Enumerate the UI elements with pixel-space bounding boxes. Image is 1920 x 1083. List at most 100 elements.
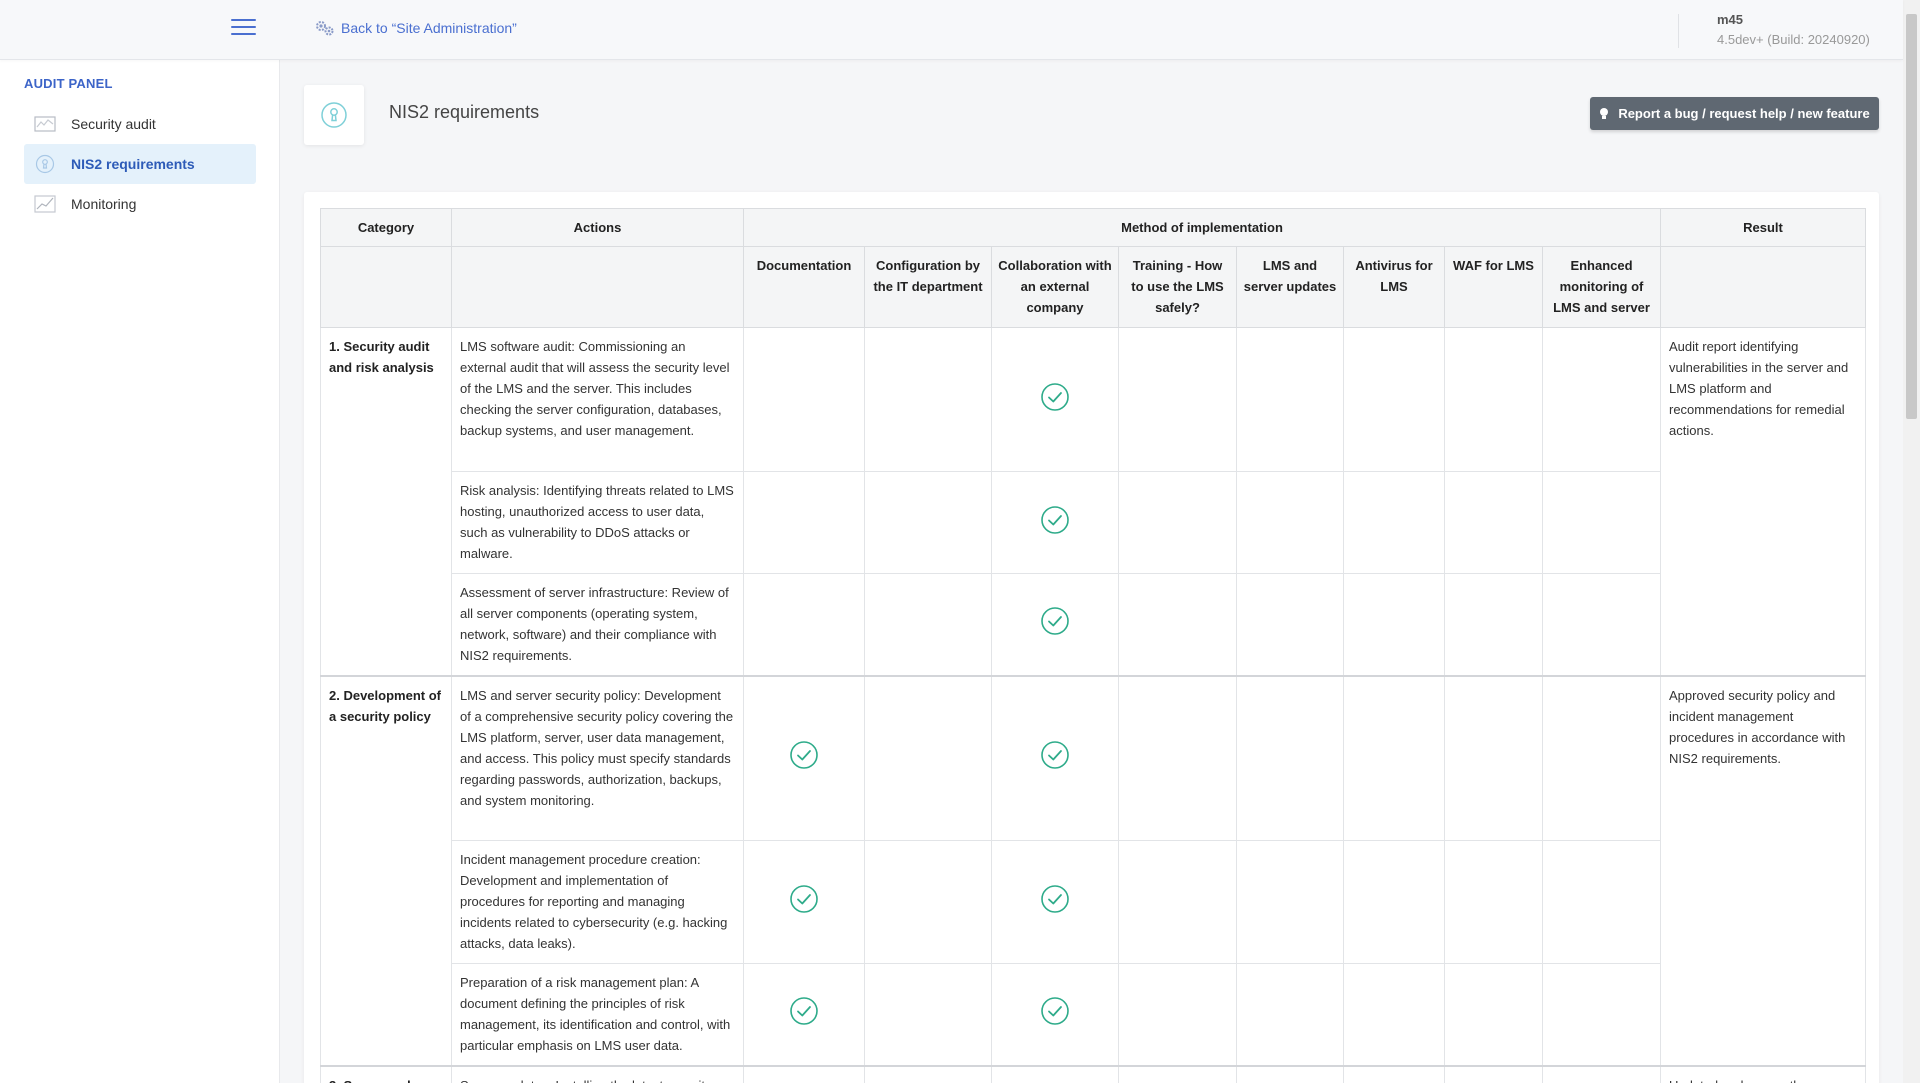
method-cell: [1542, 471, 1661, 574]
check-circle-icon: [1040, 996, 1070, 1026]
method-cell: [864, 840, 992, 964]
build-version: 4.5dev+ (Build: 20240920): [1717, 32, 1870, 47]
method-cell: [1444, 840, 1543, 964]
method-cell: [1444, 674, 1543, 841]
method-cell: [1236, 471, 1344, 574]
method-cell: [743, 674, 865, 841]
method-cell: [1444, 1064, 1543, 1083]
table-row: 1. Security audit and risk analysis LMS …: [320, 327, 1866, 676]
header-method-col: Collaboration with an external company: [991, 246, 1119, 328]
method-cell: [1444, 327, 1543, 472]
method-cell: [991, 573, 1119, 676]
header-actions: Actions: [451, 208, 744, 247]
check-circle-icon: [1040, 740, 1070, 770]
sidebar-item-label: Security audit: [71, 116, 156, 132]
action-cell: Server updates: Installing the latest se…: [451, 1064, 744, 1083]
method-cell: [1118, 573, 1237, 676]
method-cell: [1236, 840, 1344, 964]
method-cell: [1118, 327, 1237, 472]
action-cell: Risk analysis: Identifying threats relat…: [451, 471, 744, 574]
method-cell: [1444, 573, 1543, 676]
page-title: NIS2 requirements: [389, 102, 540, 122]
header-empty: [451, 246, 744, 328]
method-cell: [1118, 963, 1237, 1066]
header-method-col: Enhanced monitoring of LMS and server: [1542, 246, 1661, 328]
action-cell: LMS software audit: Commissioning an ext…: [451, 327, 744, 472]
category-cell: 2. Development of a security policy: [320, 674, 452, 1066]
user-name: m45: [1717, 12, 1744, 27]
method-cell: [1236, 1064, 1344, 1083]
method-cell: [991, 674, 1119, 841]
method-cell: [1542, 963, 1661, 1066]
method-cell: [743, 963, 865, 1066]
method-cell: [991, 1064, 1119, 1083]
method-cell: [1444, 963, 1543, 1066]
report-bug-button[interactable]: Report a bug / request help / new featur…: [1590, 97, 1879, 130]
method-cell: [991, 963, 1119, 1066]
scrollbar-thumb[interactable]: [1906, 14, 1917, 419]
method-cell: [743, 471, 865, 574]
method-cell: [1118, 1064, 1237, 1083]
check-circle-icon: [1040, 505, 1070, 535]
content-card: Category Actions Method of implementatio…: [304, 192, 1879, 1083]
check-circle-icon: [1040, 606, 1070, 636]
back-link-label: Back to “Site Administration”: [341, 20, 517, 36]
header-method-col: Configuration by the IT department: [864, 246, 992, 328]
header-method-col: LMS and server updates: [1236, 246, 1344, 328]
method-cell: [1542, 1064, 1661, 1083]
method-cell: [1444, 471, 1543, 574]
method-cell: [743, 840, 865, 964]
method-cell: [743, 1064, 865, 1083]
method-cell: [991, 471, 1119, 574]
result-cell: Updated and secure the server: [1660, 1064, 1866, 1083]
sidebar-item-security-audit[interactable]: Security audit: [24, 104, 256, 144]
back-to-site-admin-link[interactable]: Back to “Site Administration”: [315, 20, 517, 36]
method-cell: [864, 674, 992, 841]
category-cell: 1. Security audit and risk analysis: [320, 327, 452, 676]
header-method-col: Documentation: [743, 246, 865, 328]
audit-icon: [34, 115, 56, 133]
method-cell: [1343, 963, 1445, 1066]
sidebar-item-nis2-requirements[interactable]: NIS2 requirements: [24, 144, 256, 184]
method-cell: [1118, 840, 1237, 964]
table-row: 3. Server and Server updates: Installing…: [320, 1064, 1866, 1083]
method-cell: [1542, 840, 1661, 964]
page-scrollbar[interactable]: [1903, 0, 1920, 1083]
report-button-label: Report a bug / request help / new featur…: [1618, 106, 1870, 121]
header-empty: [320, 246, 452, 328]
category-cell: 3. Server and: [320, 1064, 452, 1083]
table-row: 2. Development of a security policy LMS …: [320, 674, 1866, 1066]
requirements-table: Category Actions Method of implementatio…: [320, 208, 1866, 1083]
method-cell: [1343, 471, 1445, 574]
menu-toggle-icon[interactable]: [231, 19, 256, 39]
top-bar: Back to “Site Administration” m45 4.5dev…: [0, 0, 1903, 60]
keyhole-icon: [34, 154, 56, 174]
method-cell: [864, 1064, 992, 1083]
method-cell: [1542, 573, 1661, 676]
method-cell: [1118, 674, 1237, 841]
method-cell: [864, 327, 992, 472]
header-method-col: WAF for LMS: [1444, 246, 1543, 328]
user-info[interactable]: m45 4.5dev+ (Build: 20240920): [1717, 12, 1870, 47]
gears-icon: [316, 21, 334, 36]
header-category: Category: [320, 208, 452, 247]
lightbulb-icon: [1600, 107, 1609, 119]
method-cell: [743, 573, 865, 676]
method-cell: [864, 471, 992, 574]
result-cell: Approved security policy and incident ma…: [1660, 674, 1866, 1066]
sidebar-item-monitoring[interactable]: Monitoring: [24, 184, 256, 224]
header-method-col: Antivirus for LMS: [1343, 246, 1445, 328]
action-cell: Incident management procedure creation: …: [451, 840, 744, 964]
method-cell: [864, 573, 992, 676]
method-cell: [1236, 327, 1344, 472]
method-cell: [1542, 674, 1661, 841]
method-cell: [864, 963, 992, 1066]
header-empty: [1660, 246, 1866, 328]
check-circle-icon: [789, 740, 819, 770]
method-cell: [1118, 471, 1237, 574]
method-cell: [1343, 840, 1445, 964]
header-method-col: Training - How to use the LMS safely?: [1118, 246, 1237, 328]
sidebar-item-label: Monitoring: [71, 196, 137, 212]
table-row: Incident management procedure creation: …: [321, 840, 1866, 964]
method-cell: [1236, 573, 1344, 676]
